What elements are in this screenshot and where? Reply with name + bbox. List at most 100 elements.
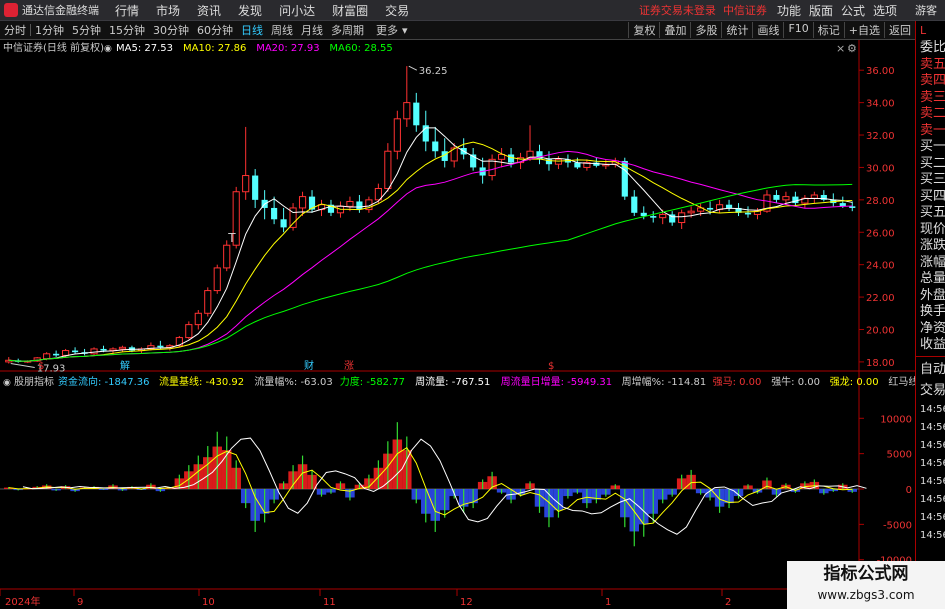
tick-time: 14:56 [920,439,945,451]
time-tick-label: 2024年 [5,595,40,608]
menu-market[interactable]: 市场 [156,2,180,19]
trade-label[interactable]: 交易 [916,380,945,401]
menu-wealth-circle[interactable]: 财富圈 [332,2,368,19]
menu-trade[interactable]: 交易 [385,2,409,19]
indicator-tick-label: 0 [906,485,912,496]
indicator-tick-label: 10000 [880,414,912,425]
period-daily[interactable]: 日线 [237,22,267,38]
period-5min[interactable]: 5分钟 [68,22,105,38]
period-1min[interactable]: 1分钟 [31,22,68,38]
time-tick-label: 11 [323,597,336,608]
overlay-button[interactable]: 叠加 [659,22,690,38]
f10-button[interactable]: F10 [783,22,812,38]
candle-body [298,196,307,209]
candle-body [650,216,657,218]
order-item: 外盘 [920,287,945,303]
period-30min[interactable]: 30分钟 [149,22,193,38]
period-weekly[interactable]: 周线 [267,22,297,38]
candle-body [271,207,278,220]
candle-body [507,154,515,163]
tick-time: 14:56 [920,529,945,541]
close-icon: × [836,42,845,55]
multi-stock-button[interactable]: 多股 [690,22,721,38]
indicator-value: 强龙: 0.00 [830,375,879,388]
ma5-line [8,127,853,362]
menu-formula[interactable]: 公式 [841,2,865,19]
candle-body [90,348,98,355]
trade-login-warning[interactable]: 证券交易未登录 中信证券 [639,2,767,18]
candle-body [687,210,695,214]
price-tick-label: 32.00 [866,131,895,142]
time-tick-label: 9 [77,597,83,608]
low-pointer [10,363,35,369]
stock-chart[interactable]: 36.00 34.00 32.00 30.00 28.00 26.00 24.00 22.00… [0,40,915,609]
watermark-title: 指标公式网 [823,564,909,584]
order-book-items: 委比 卖五 卖四 卖三 卖二 卖一 买一 买二 买三 买四 买五 现价 涨跌 涨幅 总量 外盘 换手 净资 收益 [916,40,945,354]
candle-body [384,150,392,190]
order-item: 卖五 [920,56,945,72]
order-item: 换手 [920,304,945,319]
candle-body [574,162,581,168]
candle-body [252,175,259,200]
tick-time: 14:56 [920,403,945,415]
candle-body [631,196,638,213]
period-intraday[interactable]: 分时 [0,22,30,38]
order-item: 买一 [920,139,945,154]
time-tick-label: 10 [202,597,215,608]
candle-body [403,102,411,120]
price-tick-label: 18.00 [866,358,895,369]
ma-legend-label: MA5: 27.53 [116,43,173,54]
back-button[interactable]: 返回 [884,22,915,38]
menu-discover[interactable]: 发现 [238,2,262,19]
trade-marker-t: T [227,231,236,245]
settings-gear-icon: ⚙ [847,42,857,55]
high-pointer [408,65,418,71]
add-watchlist-button[interactable]: +自选 [843,22,884,38]
candle-body [536,151,543,160]
toolbar-right-buttons: 复权 叠加 多股 统计 画线 F10 标记 +自选 返回 [628,22,915,38]
menu-options[interactable]: 选项 [873,2,897,19]
period-60min[interactable]: 60分钟 [193,22,237,38]
candle-body [810,194,818,199]
mark-button[interactable]: 标记 [812,22,844,38]
candle-body [488,158,496,177]
indicator-tick-label: -5000 [883,520,912,531]
indicator-tick-label: 5000 [887,450,912,461]
order-item: 总量 [920,271,945,286]
tick-time: 14:56 [920,511,945,523]
guest-user[interactable]: 游客 [915,2,937,18]
candle-body [773,194,780,200]
time-tick-label: 2 [725,597,731,608]
candle-body [413,102,420,126]
order-item: 买五 [920,205,945,220]
period-monthly[interactable]: 月线 [297,22,327,38]
candle-body [242,175,250,193]
menu-function[interactable]: 功能 [777,2,801,19]
candle-body [346,200,354,207]
price-tick-label: 36.00 [866,66,895,77]
candle-body [72,350,79,353]
period-15min[interactable]: 15分钟 [105,22,149,38]
order-item: 买四 [920,188,945,204]
adjust-button[interactable]: 复权 [628,22,659,38]
menu-ask[interactable]: 问小达 [279,2,315,19]
indicator-value: 强牛: 0.00 [771,375,820,388]
draw-line-button[interactable]: 画线 [752,22,783,38]
menu-news[interactable]: 资讯 [197,2,221,19]
indicator-value: 周增幅%: -114.81 [622,375,707,388]
period-more[interactable]: 更多 ▾ [368,22,412,38]
menu-quotes[interactable]: 行情 [115,2,139,19]
candle-body [62,350,70,356]
watermark: 指标公式网 www.zbgs3.com [787,561,945,609]
sidebar-header: L [920,24,927,37]
stats-button[interactable]: 统计 [721,22,752,38]
period-toolbar: 分时 1分钟 5分钟 15分钟 30分钟 60分钟 日线 周线 月线 多周期 更… [0,21,915,40]
candle-body [432,141,439,152]
menu-layout[interactable]: 版面 [809,2,833,19]
candle-body [204,290,212,314]
app-title: 通达信金融终端 [22,4,99,17]
price-tick-label: 26.00 [866,228,895,239]
order-item: 买三 [920,172,945,187]
period-multi[interactable]: 多周期 [327,22,368,38]
auto-trade-label[interactable]: 自动 [916,359,945,380]
